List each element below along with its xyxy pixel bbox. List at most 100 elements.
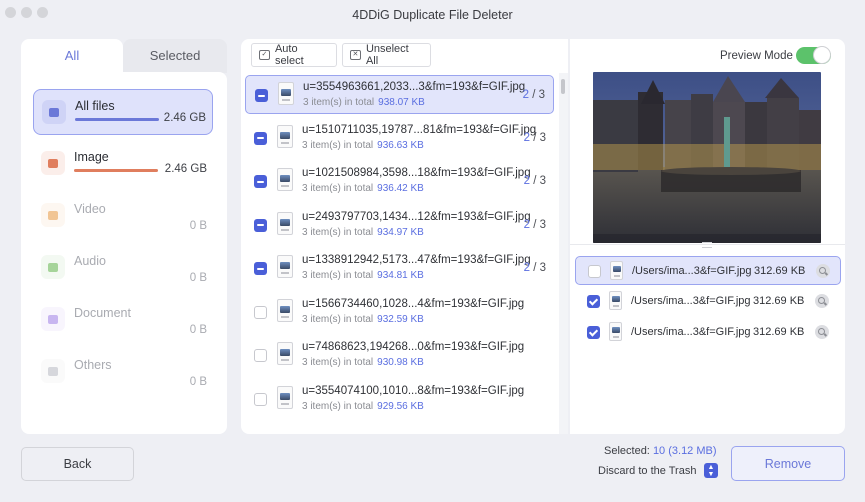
group-selected-number: 2 xyxy=(523,131,530,144)
group-file-name: u=3554963661,2033...3&fm=193&f=GIF.jpg xyxy=(303,81,526,93)
group-meta: 3 item(s) in total 936.63 KB xyxy=(302,140,424,151)
group-selection-count: 2 / 3 xyxy=(523,89,545,101)
group-total-number: / 3 xyxy=(533,262,546,274)
jpg-file-icon xyxy=(277,298,293,322)
duplicate-group-row[interactable]: u=74868623,194268...0&fm=193&f=GIF.jpg 3 … xyxy=(245,336,554,375)
duplicate-group-row[interactable]: u=3554074100,1010...8&fm=193&f=GIF.jpg 3 … xyxy=(245,380,554,419)
scrollbar-thumb[interactable] xyxy=(561,79,565,94)
category-label: All files xyxy=(75,99,115,113)
category-label: Others xyxy=(74,358,112,372)
group-checkbox[interactable] xyxy=(254,175,267,188)
category-image[interactable]: Image 2.46 GB xyxy=(33,141,213,187)
group-item-count: 3 item(s) in total xyxy=(302,183,374,194)
duplicate-group-row-partial[interactable] xyxy=(245,423,554,434)
category-others[interactable]: Others 0 B xyxy=(33,349,213,395)
category-document[interactable]: Document 0 B xyxy=(33,297,213,343)
category-size: 0 B xyxy=(189,376,207,388)
duplicate-group-row[interactable]: u=1510711035,19787...81&fm=193&f=GIF.jpg… xyxy=(245,119,554,158)
duplicate-group-row[interactable]: u=2493797703,1434...12&fm=193&f=GIF.jpg 3… xyxy=(245,206,554,245)
group-selection-count: 2 / 3 xyxy=(524,219,546,231)
group-size: 932.59 KB xyxy=(377,313,424,325)
jpg-file-icon xyxy=(277,342,293,365)
folder-icon xyxy=(42,100,66,124)
remove-button[interactable]: Remove xyxy=(731,446,845,481)
category-list: All files 2.46 GB Image 2.46 GB Video 0 B Audi… xyxy=(21,72,227,434)
group-file-name: u=1021508984,3598...18&fm=193&f=GIF.jpg xyxy=(302,167,531,179)
group-selection-count: 2 / 3 xyxy=(524,262,546,274)
preview-panel: Preview Mode /Users/ima...3&f=GIF.jpg 31… xyxy=(570,39,845,434)
group-file-name: u=1338912942,5173...47&fm=193&f=GIF.jpg xyxy=(302,254,531,266)
group-file-name: u=3554074100,1010...8&fm=193&f=GIF.jpg xyxy=(302,384,525,397)
file-checkbox[interactable] xyxy=(588,265,601,278)
duplicate-file-row[interactable]: /Users/ima...3&f=GIF.jpg 312.69 KB xyxy=(575,318,841,347)
group-item-count: 3 item(s) in total xyxy=(302,270,374,281)
category-sidebar: All Selected All files 2.46 GB Image 2.46 G… xyxy=(21,39,227,434)
category-label: Video xyxy=(74,202,106,216)
grid-icon xyxy=(41,359,65,383)
group-file-name: u=1566734460,1028...4&fm=193&f=GIF.jpg xyxy=(302,297,525,310)
file-size: 312.69 KB xyxy=(753,295,805,307)
duplicate-group-row[interactable]: u=1566734460,1028...4&fm=193&f=GIF.jpg 3 … xyxy=(245,293,554,332)
duplicate-group-row[interactable]: u=3554963661,2033...3&fm=193&f=GIF.jpg 3 … xyxy=(245,75,554,114)
group-checkbox[interactable] xyxy=(254,218,267,232)
group-checkbox[interactable] xyxy=(254,392,267,406)
group-total-number: / 3 xyxy=(533,175,546,187)
group-size: 938.07 KB xyxy=(378,97,425,108)
group-checkbox[interactable] xyxy=(254,131,267,145)
image-icon xyxy=(41,151,65,175)
group-meta: 3 item(s) in total 934.97 KB xyxy=(302,227,424,238)
group-file-name: u=1510711035,19787...81&fm=193&f=GIF.jpg xyxy=(302,123,537,136)
discard-mode-stepper-icon[interactable]: ▲ ▼ xyxy=(704,463,718,478)
file-checkbox[interactable] xyxy=(587,326,600,339)
duplicate-file-row[interactable]: /Users/ima...3&f=GIF.jpg 312.69 KB xyxy=(575,256,841,285)
file-path: /Users/ima...3&f=GIF.jpg xyxy=(631,295,751,307)
group-meta: 3 item(s) in total 938.07 KB xyxy=(303,97,425,108)
unselect-all-button[interactable]: ✕ Unselect All xyxy=(342,43,431,67)
resize-handle[interactable] xyxy=(702,242,712,248)
tab-selected[interactable]: Selected xyxy=(123,39,227,73)
duplicate-file-row[interactable]: /Users/ima...3&f=GIF.jpg 312.69 KB xyxy=(575,287,841,316)
selected-value: 10 (3.12 MB) xyxy=(652,445,717,457)
category-all-files[interactable]: All files 2.46 GB xyxy=(33,89,213,135)
duplicate-group-row[interactable]: u=1338912942,5173...47&fm=193&f=GIF.jpg 3… xyxy=(245,249,554,288)
tab-all[interactable]: All xyxy=(21,39,123,73)
unselect-all-label: Unselect All xyxy=(365,43,409,67)
group-size: 934.81 KB xyxy=(377,270,424,281)
auto-select-button[interactable]: ✓ Auto select xyxy=(251,43,337,67)
duplicate-group-list: u=3554963661,2033...3&fm=193&f=GIF.jpg 3 … xyxy=(241,73,559,434)
group-size: 936.63 KB xyxy=(377,139,424,151)
discard-mode-select[interactable]: Discard to the Trash xyxy=(598,465,696,477)
category-size: 0 B xyxy=(189,220,207,232)
group-selected-number: 2 xyxy=(523,218,530,231)
image-preview xyxy=(593,72,821,243)
group-item-count: 3 item(s) in total xyxy=(302,357,374,368)
category-size: 0 B xyxy=(189,324,207,336)
jpg-file-icon xyxy=(277,168,293,191)
magnifier-icon[interactable] xyxy=(815,325,829,339)
group-size: 930.98 KB xyxy=(377,357,424,368)
category-size: 2.46 GB xyxy=(163,112,206,124)
preview-mode-toggle[interactable] xyxy=(796,46,831,64)
magnifier-icon[interactable] xyxy=(816,264,830,278)
duplicate-group-row[interactable]: u=1021508984,3598...18&fm=193&f=GIF.jpg 3… xyxy=(245,162,554,201)
group-checkbox[interactable] xyxy=(254,349,267,362)
group-checkbox[interactable] xyxy=(254,305,267,319)
group-checkbox[interactable] xyxy=(255,89,268,102)
group-list-scrollbar[interactable] xyxy=(559,73,568,434)
category-label: Image xyxy=(74,150,109,164)
window-title: 4DDiG Duplicate File Deleter xyxy=(352,8,513,22)
magnifier-icon[interactable] xyxy=(815,294,829,308)
category-size: 2.46 GB xyxy=(164,163,207,175)
group-file-name: u=2493797703,1434...12&fm=193&f=GIF.jpg xyxy=(302,210,531,223)
group-checkbox[interactable] xyxy=(254,262,267,275)
auto-select-label: Auto select xyxy=(274,43,304,67)
group-item-count: 3 item(s) in total xyxy=(303,97,375,108)
category-size-bar xyxy=(75,118,159,121)
auto-select-icon: ✓ xyxy=(259,50,270,60)
category-audio[interactable]: Audio 0 B xyxy=(33,245,213,291)
group-meta: 3 item(s) in total 932.59 KB xyxy=(302,314,424,325)
back-button[interactable]: Back xyxy=(21,447,134,481)
category-video[interactable]: Video 0 B xyxy=(33,193,213,239)
town-square-photo xyxy=(593,72,821,243)
file-checkbox[interactable] xyxy=(587,295,600,308)
